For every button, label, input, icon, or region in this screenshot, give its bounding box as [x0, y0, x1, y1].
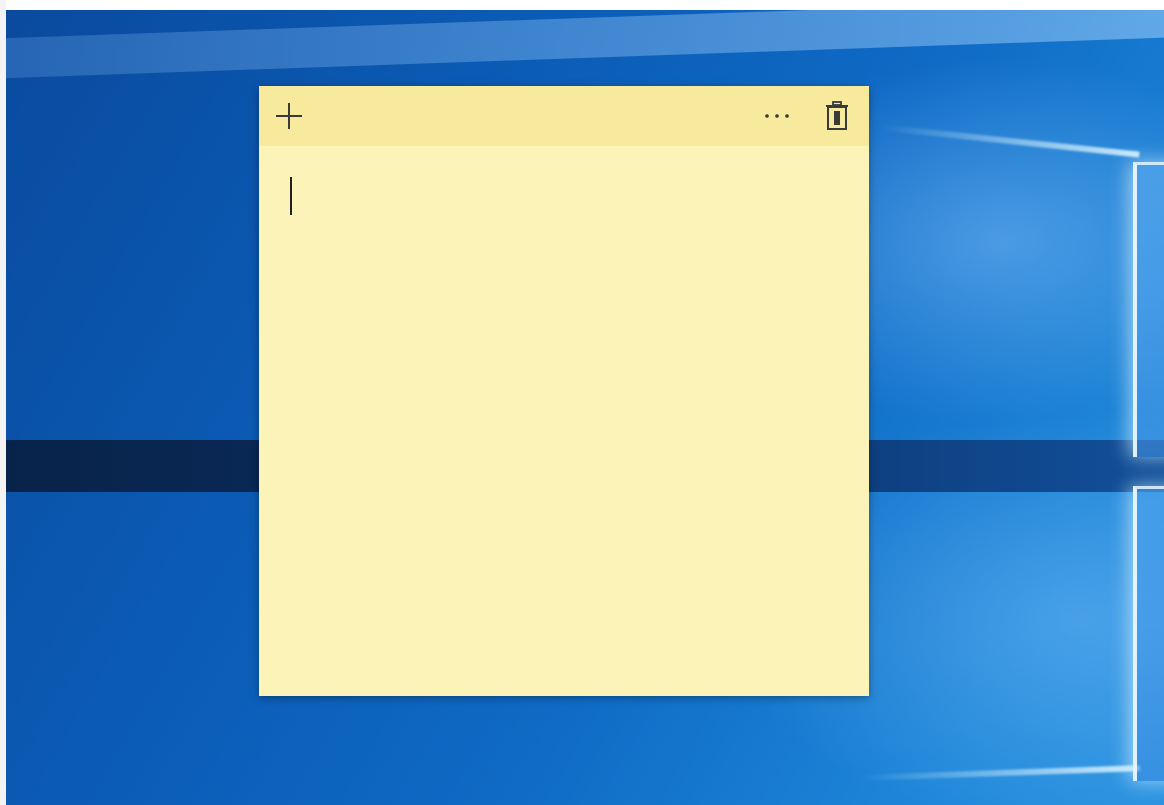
more-options-icon: [761, 111, 793, 121]
sticky-note-body[interactable]: [259, 146, 869, 696]
wallpaper-window-pane-lower: [1133, 486, 1164, 781]
wallpaper-window-pane-upper: [1133, 162, 1164, 457]
plus-icon: [273, 100, 305, 132]
sticky-note-titlebar[interactable]: [259, 86, 869, 146]
delete-note-button[interactable]: [817, 96, 857, 136]
desktop-background: [0, 0, 1164, 805]
screen-left-border: [0, 0, 6, 805]
text-cursor: [290, 177, 292, 215]
wallpaper-glow-line: [880, 124, 1140, 158]
wallpaper-glow-line-lower: [859, 765, 1141, 781]
screen-top-border: [0, 0, 1164, 10]
menu-button[interactable]: [757, 96, 797, 136]
new-note-button[interactable]: [269, 96, 309, 136]
wallpaper-light-beam: [0, 0, 1164, 79]
sticky-note-window: [259, 86, 869, 696]
note-text-field[interactable]: [285, 172, 843, 672]
trash-icon: [825, 101, 849, 131]
